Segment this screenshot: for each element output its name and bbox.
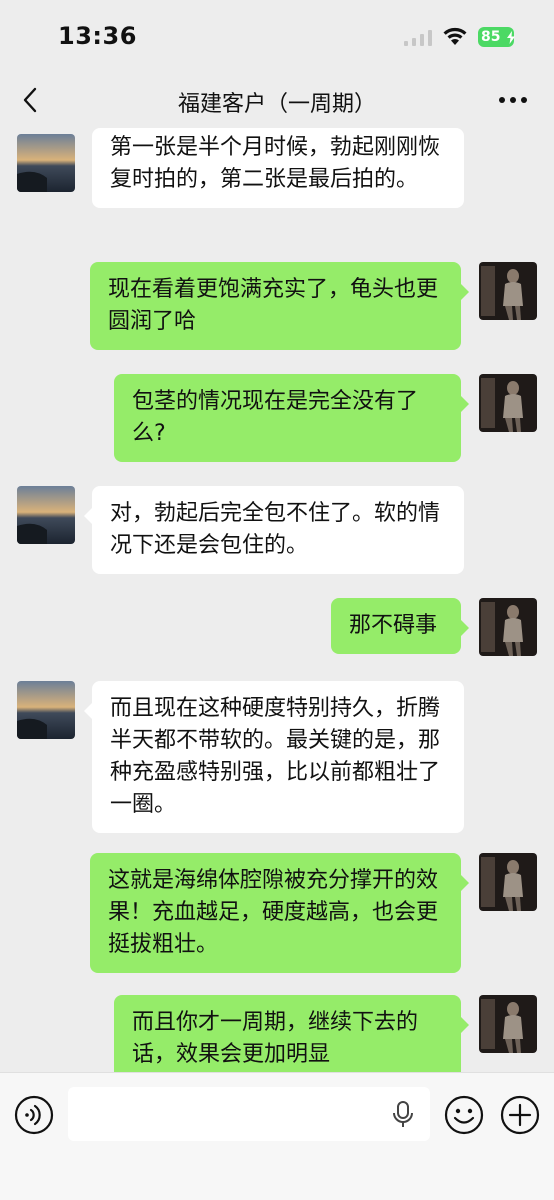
input-bar [0,1072,554,1200]
message-bubble-outgoing[interactable]: 包茎的情况现在是完全没有了么? [114,374,469,462]
chat-messages[interactable]: 第一张是半个月时候，勃起刚刚恢复时拍的，第二张是最后拍的。 现在看着更饱满充实了… [0,128,554,1072]
plus-icon[interactable] [500,1095,540,1135]
contact-avatar[interactable] [17,681,75,739]
message-bubble-incoming[interactable]: 对，勃起后完全包不住了。软的情况下还是会包住的。 [84,486,464,574]
message-input[interactable] [68,1087,430,1141]
charging-icon [507,31,515,44]
contact-avatar[interactable] [17,486,75,544]
wifi-icon [443,27,467,45]
message-bubble-incoming[interactable]: 而且现在这种硬度特别持久，折腾半天都不带软的。最关键的是，那种充盈感特别强，比以… [84,681,464,833]
my-avatar[interactable] [479,374,537,432]
my-avatar[interactable] [479,995,537,1053]
signal-icon [404,30,432,46]
message-bubble-outgoing[interactable]: 这就是海绵体腔隙被充分撑开的效果！充血越足，硬度越高，也会更挺拔粗壮。 [90,853,469,973]
status-time: 13:36 [58,22,137,50]
chat-title: 福建客户（一周期） [177,92,376,117]
my-avatar[interactable] [479,598,537,656]
microphone-icon[interactable] [392,1101,414,1129]
voice-icon[interactable] [14,1095,54,1135]
message-bubble-outgoing[interactable]: 那不碍事 [331,598,469,654]
message-bubble-outgoing[interactable]: 而且你才一周期，继续下去的话，效果会更加明显 [114,995,469,1072]
my-avatar[interactable] [479,853,537,911]
battery-level: 85 [481,29,501,45]
status-bar: 13:36 85 [0,0,554,72]
message-bubble-outgoing[interactable]: 现在看着更饱满充实了，龟头也更圆润了哈 [90,262,469,350]
message-bubble-incoming[interactable]: 第一张是半个月时候，勃起刚刚恢复时拍的，第二张是最后拍的。 [92,128,464,208]
nav-bar: 福建客户（一周期） [0,72,554,128]
emoji-icon[interactable] [444,1095,484,1135]
my-avatar[interactable] [479,262,537,320]
contact-avatar[interactable] [17,134,75,192]
ellipsis-icon[interactable] [498,94,528,106]
